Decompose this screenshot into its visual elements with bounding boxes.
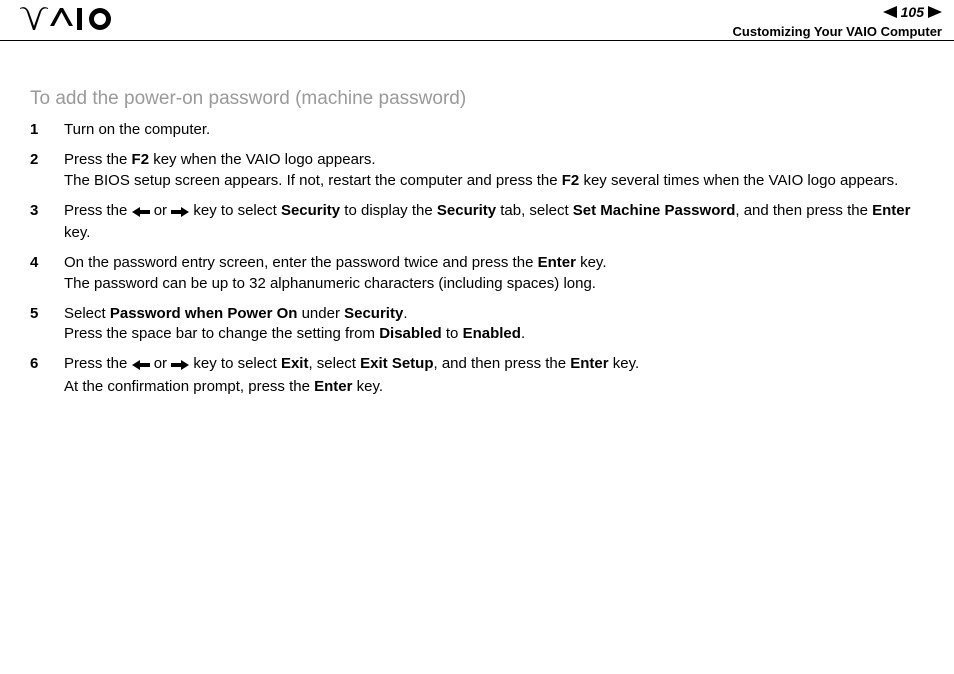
step-item: Turn on the computer. (30, 120, 930, 140)
section-title: Customizing Your VAIO Computer (733, 24, 942, 39)
key-name: Enter (314, 378, 352, 395)
next-page-icon[interactable] (928, 6, 942, 18)
step-item: Select Password when Power On under Secu… (30, 304, 930, 345)
prev-page-icon[interactable] (883, 6, 897, 18)
step-text: Press the (64, 151, 132, 168)
ui-label: Security (281, 202, 340, 219)
step-text: key. (576, 254, 607, 271)
step-text: On the password entry screen, enter the … (64, 254, 538, 271)
page-content: To add the power-on password (machine pa… (30, 88, 930, 407)
step-text: tab, select (496, 202, 573, 219)
step-text: to display the (340, 202, 437, 219)
step-text: Press the space bar to change the settin… (64, 325, 379, 342)
key-name: Enter (538, 254, 576, 271)
page-heading: To add the power-on password (machine pa… (30, 88, 930, 110)
step-text: , and then press the (735, 202, 872, 219)
ui-label: Security (344, 305, 403, 322)
step-text: or (150, 355, 172, 372)
step-text: . (403, 305, 407, 322)
key-name: Enter (872, 202, 910, 219)
step-text: The BIOS setup screen appears. If not, r… (64, 172, 562, 189)
step-text: key to select (189, 355, 281, 372)
arrow-left-icon (132, 203, 150, 223)
step-text: key several times when the VAIO logo app… (579, 172, 898, 189)
step-text: Turn on the computer. (64, 121, 210, 138)
step-text: key. (609, 355, 640, 372)
vaio-logo (20, 6, 116, 37)
ui-label: Enabled (463, 325, 521, 342)
step-text: key when the VAIO logo appears. (149, 151, 376, 168)
step-text: Press the (64, 202, 132, 219)
step-text: Press the (64, 355, 132, 372)
step-item: Press the F2 key when the VAIO logo appe… (30, 150, 930, 191)
step-text: The password can be up to 32 alphanumeri… (64, 275, 596, 292)
step-text: , and then press the (434, 355, 571, 372)
step-text: . (521, 325, 525, 342)
page-nav: 105 (883, 4, 942, 20)
step-text: or (150, 202, 172, 219)
step-item: On the password entry screen, enter the … (30, 253, 930, 294)
step-text: key. (352, 378, 383, 395)
step-list: Turn on the computer. Press the F2 key w… (30, 120, 930, 397)
ui-label: Exit Setup (360, 355, 433, 372)
step-item: Press the or key to select Exit, select … (30, 354, 930, 397)
step-item: Press the or key to select Security to d… (30, 201, 930, 244)
arrow-left-icon (132, 356, 150, 376)
key-name: F2 (562, 172, 580, 189)
page-number: 105 (901, 4, 924, 20)
ui-label: Exit (281, 355, 309, 372)
step-text: Select (64, 305, 110, 322)
key-name: Enter (570, 355, 608, 372)
ui-label: Password when Power On (110, 305, 298, 322)
ui-label: Disabled (379, 325, 442, 342)
arrow-right-icon (171, 203, 189, 223)
step-text: At the confirmation prompt, press the (64, 378, 314, 395)
step-text: key to select (189, 202, 281, 219)
arrow-right-icon (171, 356, 189, 376)
document-page: 105 Customizing Your VAIO Computer To ad… (0, 0, 954, 674)
ui-label: Security (437, 202, 496, 219)
step-text: key. (64, 224, 90, 241)
step-text: to (442, 325, 463, 342)
ui-label: Set Machine Password (573, 202, 736, 219)
step-text: under (297, 305, 344, 322)
step-text: , select (308, 355, 360, 372)
key-name: F2 (132, 151, 150, 168)
page-header: 105 Customizing Your VAIO Computer (0, 0, 954, 41)
